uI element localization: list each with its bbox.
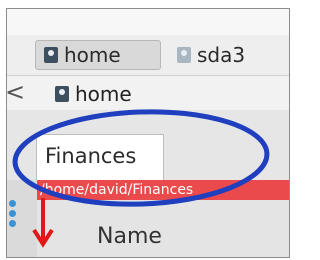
drive-icon [177,47,191,63]
tab-label: Finances [45,144,137,168]
path-crumb-label: home [64,43,121,67]
path-crumb-label: sda3 [197,43,246,67]
path-crumb-home[interactable]: home [35,40,161,70]
path-crumb-sda3[interactable]: sda3 [171,40,281,70]
sort-down-arrow-icon [32,198,54,248]
dot-icon [9,200,16,207]
file-list-header: Name [37,200,289,257]
dot-icon [9,220,16,227]
nav-crumb-home[interactable]: home [55,82,132,106]
path-bar: home sda3 [7,35,289,76]
tab-bar: Finances [7,110,289,180]
back-arrow-icon[interactable]: < [7,78,25,106]
toolbar [7,9,289,35]
drive-icon [55,86,69,102]
location-bar: /home/david/Finances [37,180,289,200]
navigation-row: < home [7,76,289,110]
status-dots [9,200,17,230]
nav-crumb-label: home [75,82,132,106]
column-header-name[interactable]: Name [97,224,162,249]
location-path: /home/david/Finances [40,182,194,198]
dot-icon [9,210,16,217]
drive-icon [44,47,58,63]
tab-finances[interactable]: Finances [36,134,164,180]
